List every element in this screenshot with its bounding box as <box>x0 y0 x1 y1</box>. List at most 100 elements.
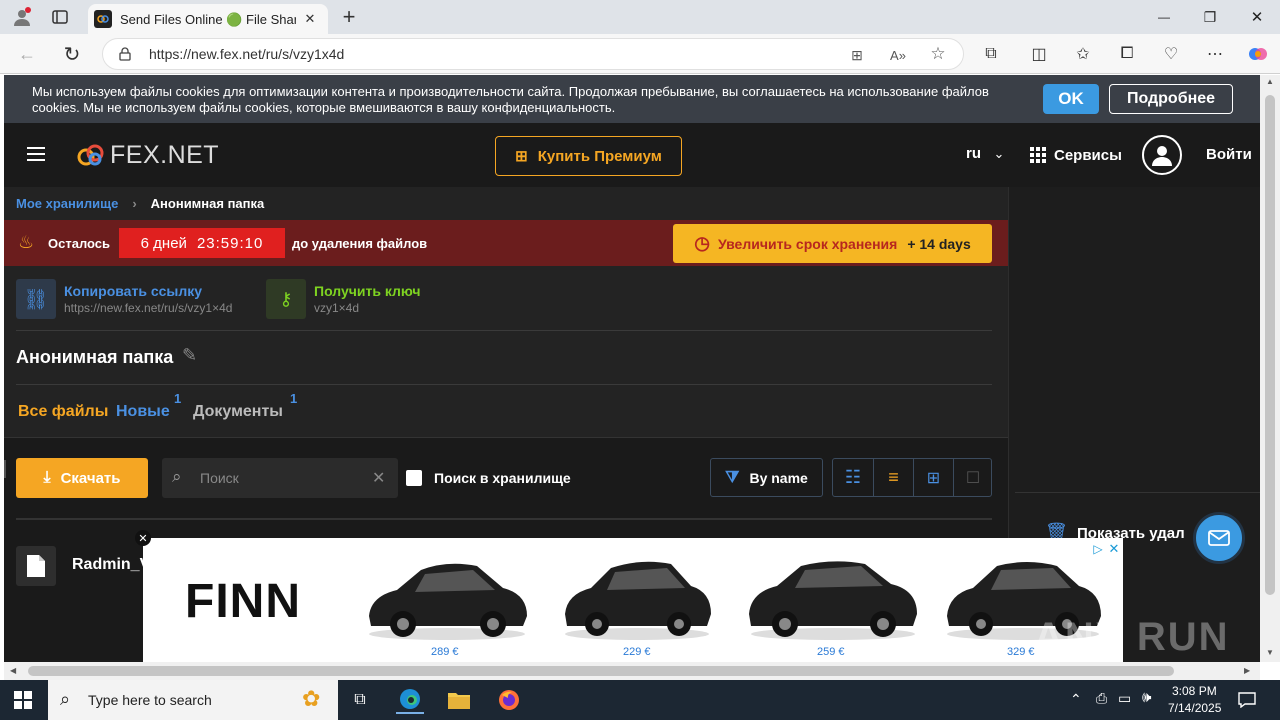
tab-close-icon[interactable]: ✕ <box>302 11 318 27</box>
network-icon[interactable]: ▭ <box>1118 690 1131 707</box>
task-view-icon[interactable]: ⧉ <box>348 688 372 712</box>
car-image <box>565 561 711 640</box>
copilot-icon[interactable] <box>1246 42 1270 66</box>
extensions-icon[interactable]: ⧉ <box>980 43 1002 65</box>
login-link[interactable]: Войти <box>1206 146 1252 163</box>
logo[interactable]: FEX.NET <box>76 141 219 169</box>
url-text: https://new.fex.net/ru/s/vzy1x4d <box>149 46 345 62</box>
ad-price: 259 € <box>817 646 845 658</box>
tab-badge: 1 <box>290 391 298 406</box>
key-icon: ⚷ <box>266 279 306 319</box>
clock-date[interactable]: 7/14/2025 <box>1168 701 1221 715</box>
language-select[interactable]: ru ⌄ <box>966 145 1010 165</box>
expiry-bar: ♨ Осталось 6 дней 23:59:10 до удаления ф… <box>4 220 1008 266</box>
close-window-button[interactable]: ✕ <box>1243 6 1271 28</box>
browser-essentials-icon[interactable]: ♡ <box>1160 43 1182 65</box>
tab-all-files[interactable]: Все файлы <box>18 403 109 441</box>
search-input[interactable]: ⌕ Поиск ✕ <box>162 458 398 498</box>
tab-documents[interactable]: Документы <box>193 403 283 441</box>
web-page: Мы используем файлы cookies для оптимиза… <box>4 75 1260 662</box>
ad-car[interactable]: 259 € <box>745 554 921 660</box>
cookie-ok-button[interactable]: OK <box>1043 84 1099 114</box>
breadcrumb-chevron-icon: › <box>132 195 137 211</box>
scroll-thumb[interactable] <box>1265 95 1275 595</box>
tab-badge: 1 <box>174 391 182 406</box>
buy-premium-button[interactable]: ⊞ Купить Премиум <box>495 136 682 176</box>
large-view-icon[interactable]: ☐ <box>953 459 992 496</box>
read-aloud-icon[interactable]: A» <box>887 45 909 65</box>
grid-view-icon[interactable]: ⊞ <box>913 459 953 496</box>
edit-pencil-icon[interactable]: ✎ <box>182 345 197 366</box>
firefox-icon[interactable] <box>496 687 522 713</box>
vertical-scrollbar[interactable]: ▲ ▼ <box>1260 75 1280 662</box>
get-key-button[interactable]: ⚷ Получить ключ vzy1×4d <box>266 279 446 319</box>
favorites-icon[interactable]: ✩ <box>1072 43 1094 65</box>
tulip-decoration-icon: ✿ <box>302 686 321 711</box>
ad-banner[interactable]: ✕ ▷ ✕ FINN 289 € 229 € 259 € 329 € <box>135 530 1123 662</box>
scroll-thumb[interactable] <box>28 666 1174 676</box>
favorite-icon[interactable]: ☆ <box>927 44 949 64</box>
search-icon: ⌕ <box>60 689 71 709</box>
volume-icon[interactable]: 🕪 <box>1142 689 1151 706</box>
user-avatar-icon[interactable] <box>1142 135 1182 175</box>
browser-tab[interactable]: Send Files Online 🟢 File Sharing ✕ <box>88 4 328 34</box>
download-button[interactable]: ⤓ Скачать <box>16 458 148 498</box>
notifications-icon[interactable] <box>1236 690 1258 710</box>
ad-brand: FINN <box>185 575 301 628</box>
ad-car[interactable]: 229 € <box>561 554 713 660</box>
collections-icon[interactable]: ⧠ <box>1116 43 1138 65</box>
tab-new[interactable]: Новые 1 <box>116 391 181 441</box>
car-image <box>369 563 527 640</box>
maximize-button[interactable]: ❐ <box>1196 6 1224 28</box>
address-bar-row: ← ↻ https://new.fex.net/ru/s/vzy1x4d ⊞ A… <box>0 34 1280 74</box>
hamburger-menu-icon[interactable] <box>26 145 46 163</box>
mail-support-icon[interactable] <box>1193 512 1245 564</box>
ad-dismiss-icon[interactable]: ✕ <box>1107 541 1121 556</box>
apps-icon[interactable]: ⊞ <box>847 45 867 65</box>
extend-storage-button[interactable]: ◷ Увеличить срок хранения + 14 days <box>673 224 992 263</box>
copy-link-button[interactable]: ⛓ Копировать ссылку https://new.fex.net/… <box>16 279 256 319</box>
back-icon[interactable]: ← <box>16 43 38 65</box>
tray-device-icon[interactable]: ⎙ <box>1096 690 1107 707</box>
tab-title: Send Files Online 🟢 File Sharing <box>120 12 296 27</box>
scroll-down-icon[interactable]: ▼ <box>1266 648 1274 657</box>
tray-chevron-icon[interactable]: ⌃ <box>1070 691 1082 708</box>
clear-search-icon[interactable]: ✕ <box>372 468 385 488</box>
windows-start-icon[interactable] <box>12 690 34 710</box>
refresh-icon[interactable]: ↻ <box>60 43 84 66</box>
grid-icon <box>1030 147 1046 163</box>
horizontal-scrollbar[interactable]: ◀ ▶ <box>4 662 1260 680</box>
clock-time[interactable]: 3:08 PM <box>1172 684 1217 698</box>
taskbar-search[interactable]: ⌕ Type here to search ✿ <box>48 680 338 720</box>
left-edge-marker <box>4 460 6 478</box>
ad-close-icon[interactable]: ✕ <box>135 530 151 546</box>
file-explorer-icon[interactable] <box>446 688 472 712</box>
more-menu-icon[interactable]: ⋯ <box>1204 43 1226 65</box>
scroll-left-icon[interactable]: ◀ <box>10 666 16 675</box>
search-storage-checkbox[interactable] <box>406 470 422 486</box>
new-tab-button[interactable]: + <box>338 4 360 30</box>
minimize-button[interactable]: — <box>1150 6 1178 28</box>
services-menu[interactable]: Сервисы <box>1030 145 1124 165</box>
gift-icon: ⊞ <box>515 148 528 165</box>
view-switcher: ☷ ≡ ⊞ ☐ <box>832 458 992 497</box>
scroll-right-icon[interactable]: ▶ <box>1244 666 1250 675</box>
clock-alert-icon: ◷ <box>694 233 710 253</box>
file-name: Radmin_V <box>72 556 151 573</box>
tab-actions-icon[interactable] <box>50 8 70 26</box>
scroll-up-icon[interactable]: ▲ <box>1266 77 1274 86</box>
sort-button[interactable]: ⧩ By name <box>710 458 823 497</box>
filter-icon: ⧩ <box>725 468 740 486</box>
file-icon <box>16 546 56 586</box>
flame-icon: ♨ <box>18 232 35 252</box>
profile-icon[interactable] <box>10 6 34 28</box>
url-bar[interactable]: https://new.fex.net/ru/s/vzy1x4d ⊞ A» ☆ <box>102 38 964 70</box>
list-view-icon[interactable]: ≡ <box>873 459 913 496</box>
list-detail-view-icon[interactable]: ☷ <box>833 459 873 496</box>
cookie-more-button[interactable]: Подробнее <box>1109 84 1233 114</box>
edge-browser-icon[interactable] <box>396 686 424 714</box>
search-icon: ⌕ <box>172 467 182 486</box>
ad-car[interactable]: 289 € <box>363 554 531 660</box>
breadcrumb-root[interactable]: Мое хранилище <box>16 196 118 211</box>
split-screen-icon[interactable]: ◫ <box>1028 43 1050 65</box>
